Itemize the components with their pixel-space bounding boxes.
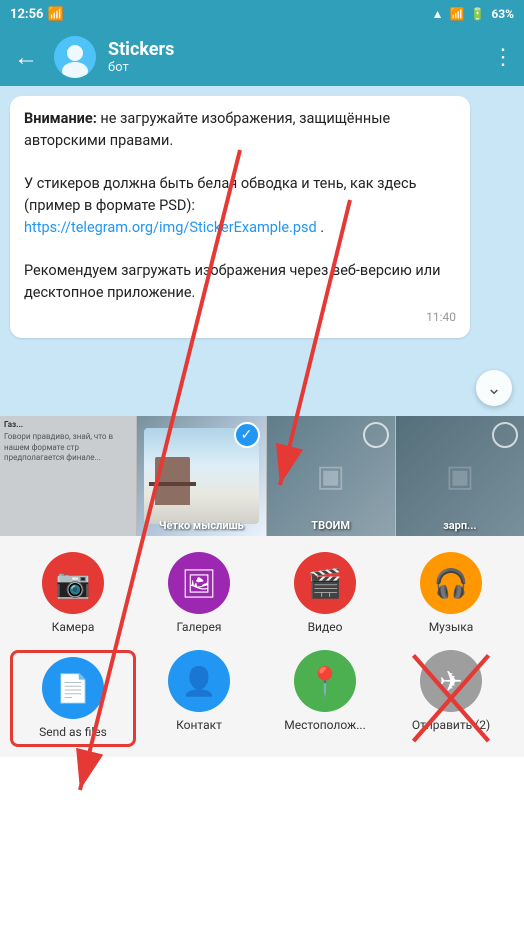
strip-item1-text: Газ...	[4, 420, 132, 430]
action-camera[interactable]: 📷 Камера	[10, 552, 136, 634]
chat-title: Stickers	[108, 39, 480, 61]
message-bubble: Внимание: не загружайте изображения, защ…	[10, 96, 470, 338]
chevron-down-icon: ⌄	[486, 378, 501, 399]
header-info: Stickers бот	[108, 39, 480, 76]
scroll-down-button[interactable]: ⌄	[476, 370, 512, 406]
send-icon: ✈	[439, 665, 462, 698]
status-time: 12:56	[10, 7, 44, 22]
message-dot: .	[320, 219, 324, 236]
files-label: Send as files	[39, 725, 107, 739]
gallery-label: Галерея	[177, 620, 222, 634]
image-strip-item-1[interactable]: Газ... Говори правдиво, знай, что в наше…	[0, 416, 137, 536]
message-time: 11:40	[24, 308, 456, 326]
send-icon-circle: ✈	[420, 650, 482, 712]
image-strip-item-2[interactable]: ✓ Чётко мыслишь	[137, 416, 266, 536]
send-label: Отправить (2)	[412, 718, 490, 732]
action-contact[interactable]: 👤 Контакт	[136, 650, 262, 746]
wifi-icon: ▲	[432, 7, 444, 21]
image-strip-item-3[interactable]: ▣ ТВОИМ	[267, 416, 396, 536]
status-signal-icon: 📶	[48, 7, 64, 22]
video-label: Видео	[308, 620, 343, 634]
video-icon-circle: 🎬	[294, 552, 356, 614]
avatar	[54, 36, 96, 78]
message-link[interactable]: https://telegram.org/img/StickerExample.…	[24, 219, 317, 236]
files-icon-circle: 📄	[42, 657, 104, 719]
chat-subtitle: бот	[108, 60, 480, 75]
back-button[interactable]: ←	[10, 39, 42, 76]
music-label: Музыка	[429, 620, 474, 634]
message-text2: У стикеров должна быть белая обводка и т…	[24, 175, 416, 214]
message-text: Внимание: не загружайте изображения, защ…	[24, 108, 456, 304]
contact-icon: 👤	[182, 665, 217, 698]
status-bar: 12:56 📶 ▲ 📶 🔋 63%	[0, 0, 524, 28]
chat-header: ← Stickers бот ⋮	[0, 28, 524, 86]
battery-icon: 🔋	[470, 7, 485, 21]
camera-icon-circle: 📷	[42, 552, 104, 614]
strip-item4-label: зарп...	[396, 519, 524, 532]
contact-icon-circle: 👤	[168, 650, 230, 712]
strip-item2-label: Чётко мыслишь	[137, 519, 265, 532]
action-gallery[interactable]: 🖼 Галерея	[136, 552, 262, 634]
action-files[interactable]: 📄 Send as files	[10, 650, 136, 746]
image-strip-item-4[interactable]: ▣ зарп...	[396, 416, 524, 536]
status-bar-right: ▲ 📶 🔋 63%	[432, 7, 514, 21]
action-video[interactable]: 🎬 Видео	[262, 552, 388, 634]
actions-grid: 📷 Камера 🖼 Галерея 🎬 Видео 🎧 Музыка	[10, 552, 514, 747]
gallery-icon-circle: 🖼	[168, 552, 230, 614]
battery-percent: 63%	[491, 7, 514, 21]
message-text4: Рекомендуем загружать изображения через …	[24, 262, 441, 301]
music-icon-circle: 🎧	[420, 552, 482, 614]
chat-area: Внимание: не загружайте изображения, защ…	[0, 86, 524, 416]
action-send[interactable]: ✈ Отправить (2)	[388, 650, 514, 746]
camera-icon: 📷	[56, 567, 91, 600]
gallery-icon: 🖼	[181, 567, 217, 600]
actions-area: 📷 Камера 🖼 Галерея 🎬 Видео 🎧 Музыка	[0, 536, 524, 757]
camera-label: Камера	[52, 620, 95, 634]
video-icon: 🎬	[308, 567, 343, 600]
signal-icon: 📶	[449, 7, 464, 21]
action-location[interactable]: 📍 Местополож...	[262, 650, 388, 746]
image-strip: Газ... Говори правдиво, знай, что в наше…	[0, 416, 524, 536]
files-icon: 📄	[56, 672, 91, 705]
strip-item4-check[interactable]	[492, 422, 518, 448]
action-music[interactable]: 🎧 Музыка	[388, 552, 514, 634]
music-icon: 🎧	[434, 567, 469, 600]
strip-item2-check[interactable]: ✓	[234, 422, 260, 448]
status-bar-left: 12:56 📶	[10, 7, 64, 22]
location-icon-circle: 📍	[294, 650, 356, 712]
more-options-button[interactable]: ⋮	[492, 45, 514, 70]
message-warning-bold: Внимание:	[24, 110, 97, 127]
strip-item3-check[interactable]	[363, 422, 389, 448]
contact-label: Контакт	[176, 718, 222, 732]
location-icon: 📍	[308, 665, 343, 698]
strip-item3-label: ТВОИМ	[267, 519, 395, 532]
location-label: Местополож...	[284, 718, 366, 732]
strip-item1-body: Говори правдиво, знай, что в нашем форма…	[4, 432, 132, 463]
